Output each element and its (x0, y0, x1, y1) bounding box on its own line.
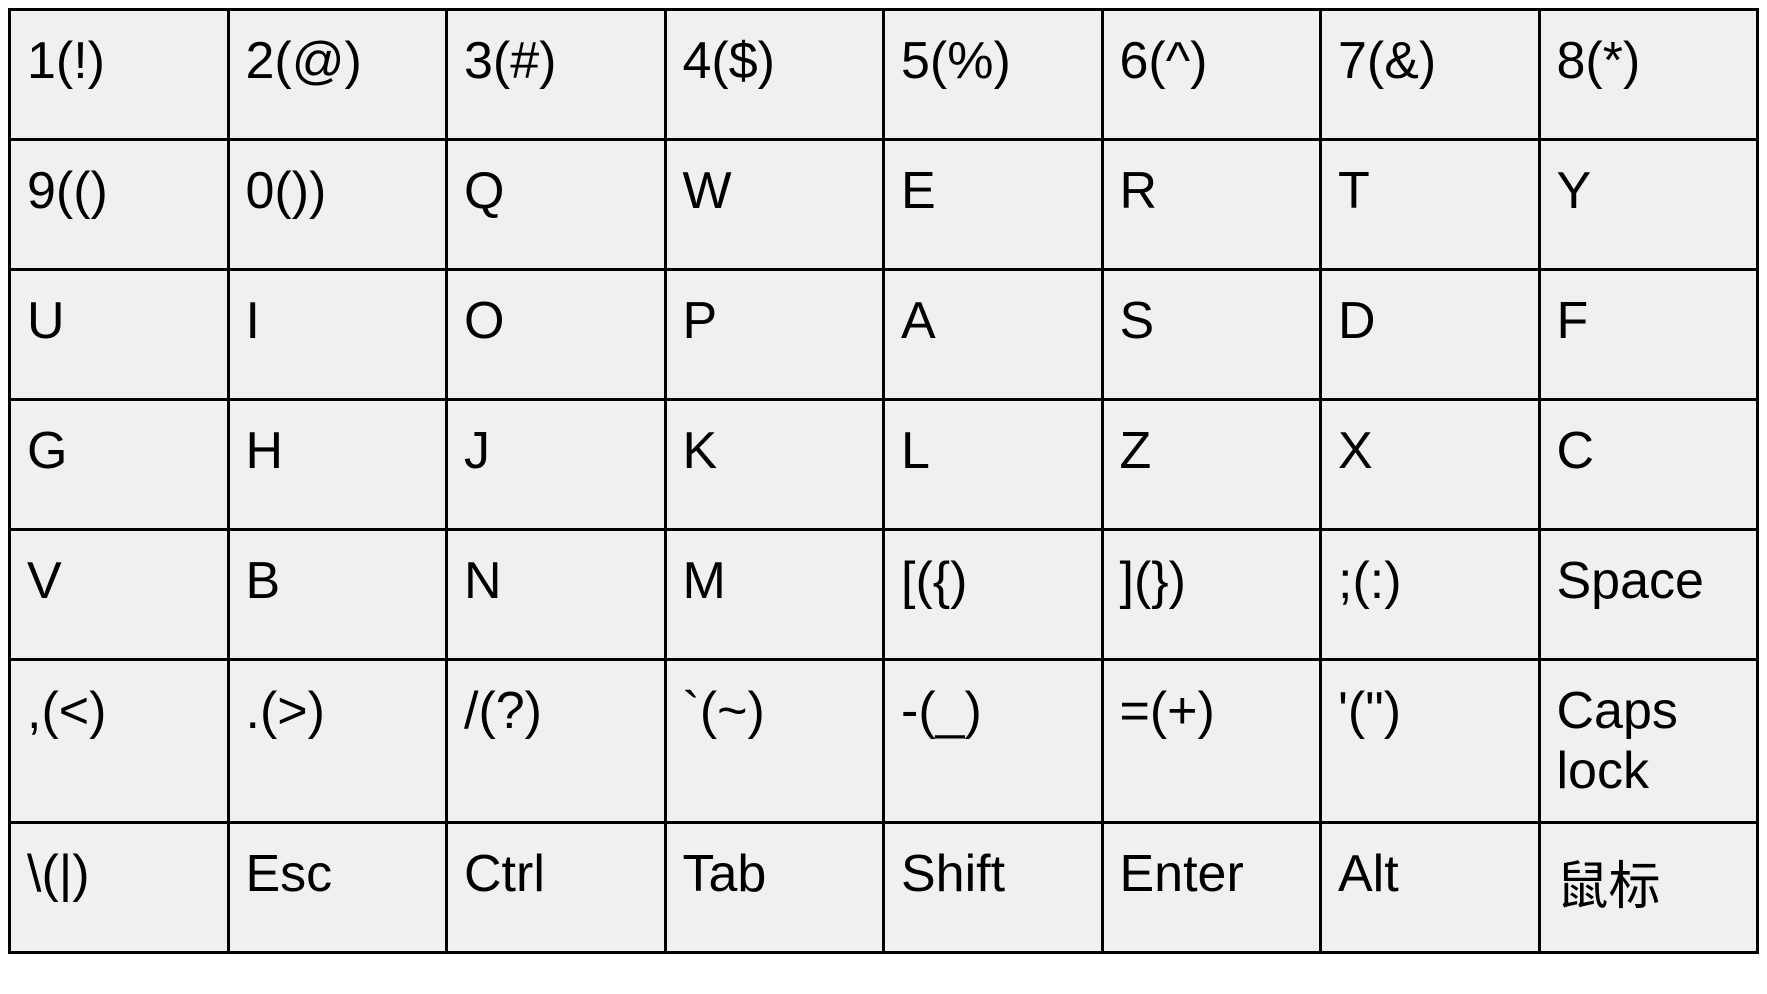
key-cell[interactable]: `(~) (665, 660, 884, 823)
key-cell[interactable]: /(?) (447, 660, 666, 823)
key-cell[interactable]: 1(!) (10, 10, 229, 140)
key-cell[interactable]: Shift (884, 823, 1103, 953)
key-cell[interactable]: 4($) (665, 10, 884, 140)
key-cell[interactable]: 6(^) (1102, 10, 1321, 140)
key-cell[interactable]: 8(*) (1539, 10, 1758, 140)
key-cell[interactable]: Z (1102, 400, 1321, 530)
key-cell[interactable]: [({) (884, 530, 1103, 660)
table-row: G H J K L Z X C (10, 400, 1758, 530)
key-cell[interactable]: Q (447, 140, 666, 270)
key-cell[interactable]: 鼠标 (1539, 823, 1758, 953)
key-cell[interactable]: O (447, 270, 666, 400)
key-cell[interactable]: 0()) (228, 140, 447, 270)
key-cell[interactable]: P (665, 270, 884, 400)
key-cell[interactable]: I (228, 270, 447, 400)
key-cell[interactable]: 7(&) (1321, 10, 1540, 140)
key-cell[interactable]: G (10, 400, 229, 530)
key-cell[interactable]: B (228, 530, 447, 660)
key-cell[interactable]: Caps lock (1539, 660, 1758, 823)
key-cell[interactable]: ;(:) (1321, 530, 1540, 660)
key-cell[interactable]: -(_) (884, 660, 1103, 823)
key-cell[interactable]: S (1102, 270, 1321, 400)
key-cell[interactable]: K (665, 400, 884, 530)
key-cell[interactable]: C (1539, 400, 1758, 530)
key-cell[interactable]: W (665, 140, 884, 270)
table-row: 9(() 0()) Q W E R T Y (10, 140, 1758, 270)
key-cell[interactable]: Tab (665, 823, 884, 953)
key-cell[interactable]: R (1102, 140, 1321, 270)
key-cell[interactable]: H (228, 400, 447, 530)
key-cell[interactable]: ](}) (1102, 530, 1321, 660)
key-cell[interactable]: M (665, 530, 884, 660)
key-cell[interactable]: 3(#) (447, 10, 666, 140)
key-cell[interactable]: A (884, 270, 1103, 400)
key-cell[interactable]: '(") (1321, 660, 1540, 823)
key-cell[interactable]: 9(() (10, 140, 229, 270)
key-cell[interactable]: 5(%) (884, 10, 1103, 140)
key-cell[interactable]: Enter (1102, 823, 1321, 953)
key-cell[interactable]: ,(<) (10, 660, 229, 823)
key-cell[interactable]: E (884, 140, 1103, 270)
key-cell[interactable]: \(|) (10, 823, 229, 953)
key-cell[interactable]: T (1321, 140, 1540, 270)
key-cell[interactable]: J (447, 400, 666, 530)
key-cell[interactable]: N (447, 530, 666, 660)
key-cell[interactable]: V (10, 530, 229, 660)
table-row: U I O P A S D F (10, 270, 1758, 400)
key-cell[interactable]: L (884, 400, 1103, 530)
key-cell[interactable]: .(>) (228, 660, 447, 823)
key-cell[interactable]: 2(@) (228, 10, 447, 140)
keyboard-layout-table: 1(!) 2(@) 3(#) 4($) 5(%) 6(^) 7(&) 8(*) … (8, 8, 1759, 954)
key-cell[interactable]: Y (1539, 140, 1758, 270)
key-cell[interactable]: =(+) (1102, 660, 1321, 823)
key-cell[interactable]: Alt (1321, 823, 1540, 953)
table-row: \(|) Esc Ctrl Tab Shift Enter Alt 鼠标 (10, 823, 1758, 953)
table-row: ,(<) .(>) /(?) `(~) -(_) =(+) '(") Caps … (10, 660, 1758, 823)
key-cell[interactable]: D (1321, 270, 1540, 400)
key-cell[interactable]: F (1539, 270, 1758, 400)
table-row: 1(!) 2(@) 3(#) 4($) 5(%) 6(^) 7(&) 8(*) (10, 10, 1758, 140)
key-cell[interactable]: U (10, 270, 229, 400)
key-cell[interactable]: Ctrl (447, 823, 666, 953)
key-cell[interactable]: X (1321, 400, 1540, 530)
table-row: V B N M [({) ](}) ;(:) Space (10, 530, 1758, 660)
key-cell[interactable]: Space (1539, 530, 1758, 660)
key-cell[interactable]: Esc (228, 823, 447, 953)
